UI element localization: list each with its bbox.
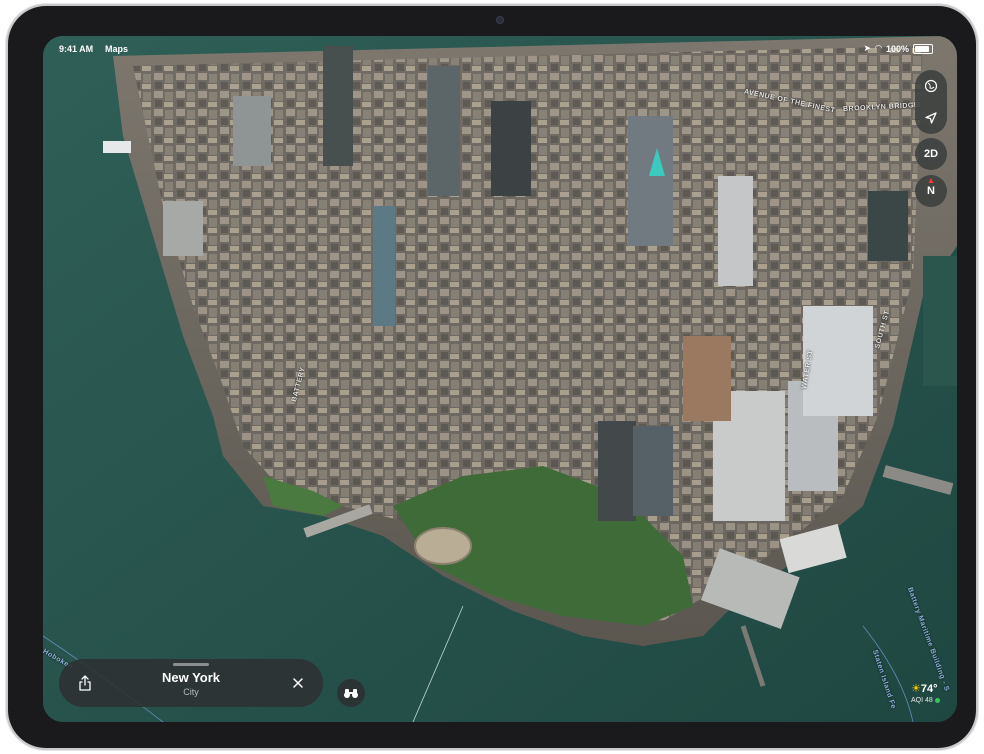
status-indicators: ➤ ◠ 100%: [863, 43, 933, 54]
satellite-map[interactable]: [43, 36, 957, 722]
close-icon: [293, 678, 303, 688]
sun-icon: ☀: [911, 683, 921, 695]
tower-1: [323, 46, 353, 166]
tower-6: [598, 421, 636, 521]
tower-3: [491, 101, 531, 196]
tower-13: [683, 336, 731, 421]
globe-button[interactable]: [915, 70, 947, 102]
status-app-name: Maps: [105, 44, 129, 54]
battery-icon: [913, 43, 933, 54]
tower-4: [628, 116, 673, 246]
location-arrow-icon: [925, 112, 937, 124]
ipad-frame: AVENUE OF THE FINEST BROOKLYN BRIDGE WAT…: [8, 6, 976, 748]
front-camera: [496, 16, 504, 24]
temperature-value: 74°: [920, 683, 938, 695]
tower-12: [718, 176, 753, 286]
compass-button[interactable]: N: [915, 175, 947, 207]
status-bar: 9:41 AM Maps ➤ ◠ 100%: [43, 36, 957, 58]
building-west-1: [163, 201, 203, 256]
location-status-icon: ➤: [863, 43, 872, 53]
aqi-value: AQI 48: [911, 697, 933, 704]
tower-7: [633, 426, 673, 516]
boat: [103, 141, 131, 153]
map-controls-group: [915, 70, 947, 134]
weather-widget[interactable]: ☀74° AQI 48: [907, 680, 947, 712]
close-button[interactable]: [284, 669, 312, 697]
maps-screen: AVENUE OF THE FINEST BROOKLYN BRIDGE WAT…: [43, 36, 957, 722]
building-west-2: [233, 96, 271, 166]
east-river: [923, 256, 957, 386]
weather-temperature: ☀74°: [911, 682, 938, 695]
compass-label: N: [927, 185, 935, 197]
view-mode-2d-button[interactable]: 2D: [915, 138, 947, 170]
tower-11: [868, 191, 908, 261]
tower-5: [373, 206, 395, 326]
aqi-indicator-dot: [934, 697, 940, 703]
weather-aqi: AQI 48: [911, 697, 940, 704]
tower-10: [803, 306, 873, 416]
battery-percent: 100%: [885, 43, 909, 54]
look-around-button[interactable]: [337, 679, 365, 707]
place-card[interactable]: New York City: [59, 659, 323, 707]
globe-icon: [924, 79, 938, 93]
binoculars-icon: [344, 689, 358, 698]
place-subtitle: City: [183, 687, 199, 697]
tower-2: [428, 66, 460, 196]
wifi-icon: ◠: [875, 43, 882, 53]
card-grabber[interactable]: [173, 663, 209, 666]
current-location-button[interactable]: [915, 102, 947, 134]
castle-clinton: [414, 527, 472, 565]
status-time: 9:41 AM: [59, 44, 94, 54]
